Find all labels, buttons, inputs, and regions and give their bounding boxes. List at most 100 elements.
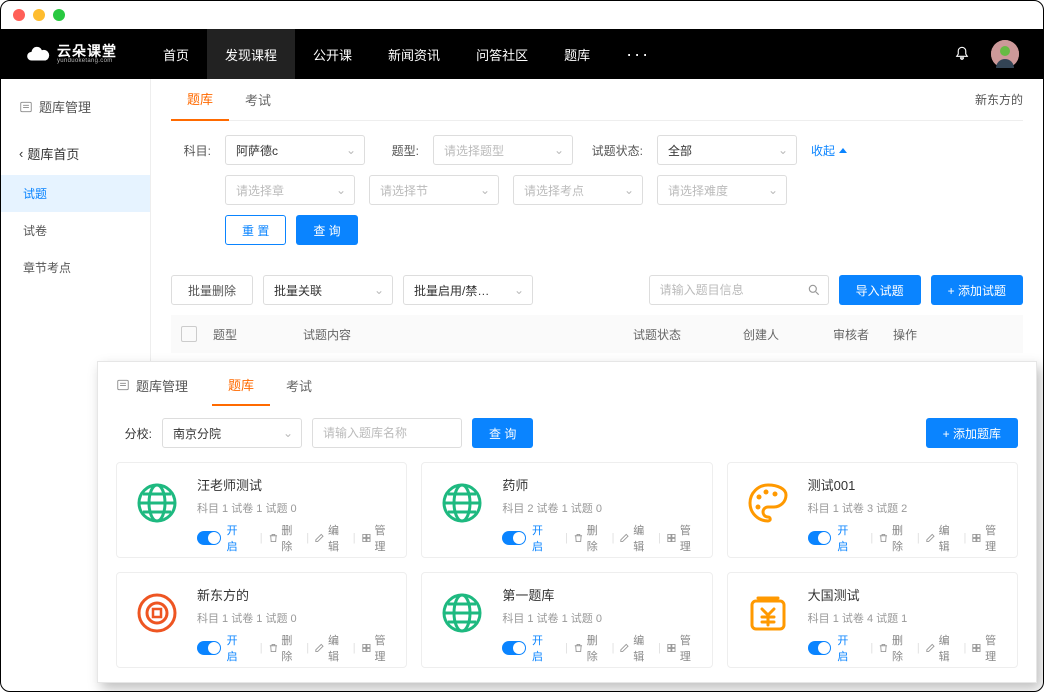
difficulty-select[interactable]: 请选择难度⌄ xyxy=(657,175,787,205)
p2-query-button[interactable]: 查 询 xyxy=(472,418,533,448)
sidebar-back[interactable]: ‹ 题库首页 xyxy=(1,132,150,175)
subject-select[interactable]: 阿萨德c⌄ xyxy=(225,135,365,165)
nav-home[interactable]: 首页 xyxy=(145,29,207,79)
collapse-toggle[interactable]: 收起 xyxy=(811,142,847,159)
card-manage[interactable]: 管理 xyxy=(361,522,395,554)
card-manage[interactable]: 管理 xyxy=(971,522,1005,554)
bank-card[interactable]: 药师科目 2 试卷 1 试题 0开启|删除|编辑|管理 xyxy=(421,462,712,558)
select-all-checkbox[interactable] xyxy=(181,326,197,342)
edit-icon xyxy=(925,532,936,544)
card-actions: 开启|删除|编辑|管理 xyxy=(197,632,394,664)
enable-toggle[interactable] xyxy=(502,641,526,655)
main-column: 题库 考试 新东方的 科目: 阿萨德c⌄ 题型: 请选择题型⌄ 试题状态: 全部… xyxy=(151,79,1043,387)
nav-qa[interactable]: 问答社区 xyxy=(458,29,546,79)
card-edit[interactable]: 编辑 xyxy=(314,632,348,664)
logo-text: 云朵课堂 xyxy=(57,44,117,58)
p2-tab-exam[interactable]: 考试 xyxy=(270,364,328,406)
batch-link-select[interactable]: 批量关联⌄ xyxy=(263,275,393,305)
enable-toggle[interactable] xyxy=(197,641,221,655)
sidebar-item-papers[interactable]: 试卷 xyxy=(1,212,150,249)
nav-courses[interactable]: 发现课程 xyxy=(207,29,295,79)
bank-card[interactable]: 汪老师测试科目 1 试卷 1 试题 0开启|删除|编辑|管理 xyxy=(116,462,407,558)
col-creator: 创建人 xyxy=(743,326,833,343)
card-edit[interactable]: 编辑 xyxy=(925,632,959,664)
sidebar-item-questions[interactable]: 试题 xyxy=(1,175,150,212)
batch-delete-button[interactable]: 批量删除 xyxy=(171,275,253,305)
card-delete[interactable]: 删除 xyxy=(573,632,607,664)
edit-icon xyxy=(314,642,325,654)
chevron-left-icon: ‹ xyxy=(19,146,23,161)
nav-question-bank[interactable]: 题库 xyxy=(546,29,608,79)
panel2-title: 题库管理 xyxy=(116,376,188,395)
add-question-button[interactable]: + 添加试题 xyxy=(931,275,1023,305)
enable-toggle[interactable] xyxy=(808,641,832,655)
card-manage[interactable]: 管理 xyxy=(666,522,700,554)
logo[interactable]: 云朵课堂 yunduoketang.com xyxy=(25,41,117,67)
edit-icon xyxy=(925,642,936,654)
card-actions: 开启|删除|编辑|管理 xyxy=(197,522,394,554)
card-edit[interactable]: 编辑 xyxy=(925,522,959,554)
card-name: 第一题库 xyxy=(502,585,699,604)
sidebar-item-points[interactable]: 章节考点 xyxy=(1,249,150,286)
search-input[interactable] xyxy=(649,275,829,305)
grid-icon xyxy=(971,642,982,654)
filters: 科目: 阿萨德c⌄ 题型: 请选择题型⌄ 试题状态: 全部⌄ 收起 请选择章⌄ … xyxy=(171,121,1023,269)
bell-icon[interactable] xyxy=(953,45,971,63)
card-delete[interactable]: 删除 xyxy=(573,522,607,554)
card-meta: 科目 1 试卷 3 试题 2 xyxy=(808,500,1005,516)
avatar[interactable] xyxy=(991,40,1019,68)
point-select[interactable]: 请选择考点⌄ xyxy=(513,175,643,205)
section-select[interactable]: 请选择节⌄ xyxy=(369,175,499,205)
card-edit[interactable]: 编辑 xyxy=(314,522,348,554)
card-edit[interactable]: 编辑 xyxy=(619,632,653,664)
enable-toggle[interactable] xyxy=(808,531,832,545)
chapter-select[interactable]: 请选择章⌄ xyxy=(225,175,355,205)
tab-row: 题库 考试 新东方的 xyxy=(171,79,1023,121)
card-actions: 开启|删除|编辑|管理 xyxy=(808,522,1005,554)
batch-toggle-select[interactable]: 批量启用/禁…⌄ xyxy=(403,275,533,305)
bank-card[interactable]: 测试001 科目 1 试卷 3 试题 2 开启|删除|编辑|管理 xyxy=(727,462,1018,558)
p2-tab-bank[interactable]: 题库 xyxy=(212,364,270,406)
card-icon xyxy=(740,585,796,641)
card-manage[interactable]: 管理 xyxy=(361,632,395,664)
titlebar xyxy=(1,1,1043,29)
card-delete[interactable]: 删除 xyxy=(268,522,302,554)
card-edit[interactable]: 编辑 xyxy=(619,522,653,554)
enable-label: 开启 xyxy=(532,632,552,664)
nav-open[interactable]: 公开课 xyxy=(295,29,370,79)
card-icon xyxy=(129,475,185,531)
bank-card[interactable]: 第一题库科目 1 试卷 1 试题 0开启|删除|编辑|管理 xyxy=(421,572,712,668)
enable-toggle[interactable] xyxy=(197,531,221,545)
nav-news[interactable]: 新闻资讯 xyxy=(370,29,458,79)
card-manage[interactable]: 管理 xyxy=(971,632,1005,664)
maximize-dot[interactable] xyxy=(53,9,65,21)
list-icon xyxy=(116,378,130,392)
close-dot[interactable] xyxy=(13,9,25,21)
status-select[interactable]: 全部⌄ xyxy=(657,135,797,165)
type-select[interactable]: 请选择题型⌄ xyxy=(433,135,573,165)
minimize-dot[interactable] xyxy=(33,9,45,21)
query-button[interactable]: 查 询 xyxy=(296,215,357,245)
card-delete[interactable]: 删除 xyxy=(878,522,912,554)
trash-icon xyxy=(268,642,279,654)
bank-card[interactable]: 大国测试科目 1 试卷 4 试题 1开启|删除|编辑|管理 xyxy=(727,572,1018,668)
nav-more[interactable]: ··· xyxy=(608,29,668,79)
add-bank-button[interactable]: + 添加题库 xyxy=(926,418,1018,448)
import-button[interactable]: 导入试题 xyxy=(839,275,921,305)
tab-exam[interactable]: 考试 xyxy=(229,79,287,121)
bank-card[interactable]: 新东方的科目 1 试卷 1 试题 0开启|删除|编辑|管理 xyxy=(116,572,407,668)
card-delete[interactable]: 删除 xyxy=(268,632,302,664)
reset-button[interactable]: 重 置 xyxy=(225,215,286,245)
enable-toggle[interactable] xyxy=(502,531,526,545)
trash-icon xyxy=(878,642,889,654)
branch-select[interactable]: 南京分院⌄ xyxy=(162,418,302,448)
enable-label: 开启 xyxy=(227,522,247,554)
card-manage[interactable]: 管理 xyxy=(666,632,700,664)
enable-label: 开启 xyxy=(227,632,247,664)
bank-search-input[interactable] xyxy=(312,418,462,448)
card-name: 测试001 xyxy=(808,475,1005,494)
tab-bank[interactable]: 题库 xyxy=(171,79,229,121)
card-delete[interactable]: 删除 xyxy=(878,632,912,664)
card-name: 汪老师测试 xyxy=(197,475,394,494)
card-name: 药师 xyxy=(502,475,699,494)
